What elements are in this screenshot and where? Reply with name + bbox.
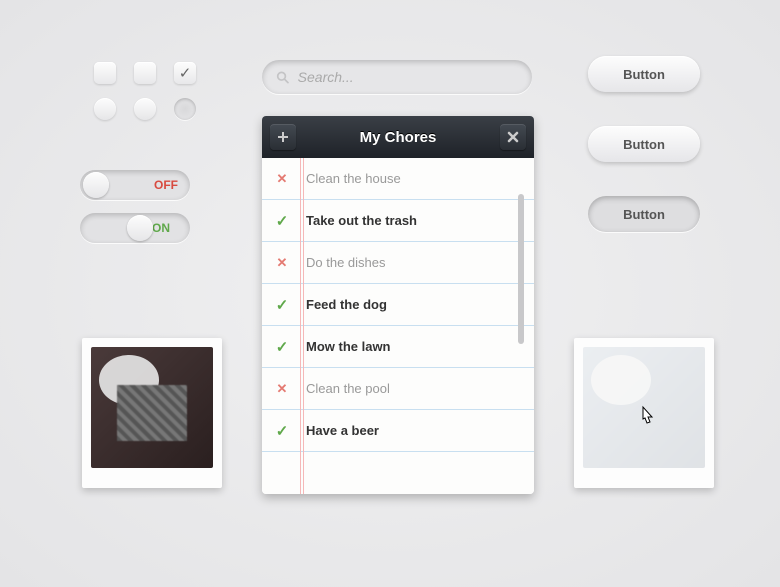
photo-frame-1[interactable] — [82, 338, 222, 488]
toggle-off[interactable]: OFF — [80, 170, 190, 200]
check-icon: ✓ — [276, 338, 288, 356]
check-icon: ✓ — [276, 296, 288, 314]
chore-text: Do the dishes — [306, 255, 386, 270]
toggle-on[interactable]: ON — [80, 213, 190, 243]
paper-margin-line — [300, 158, 301, 494]
add-chore-button[interactable] — [270, 124, 296, 150]
plus-icon — [277, 131, 289, 143]
radio-option-2[interactable] — [134, 98, 156, 120]
paper-margin-line — [303, 158, 304, 494]
chore-text: Take out the trash — [306, 213, 417, 228]
x-icon: ✕ — [276, 381, 288, 397]
button-label: Button — [623, 137, 665, 152]
close-chores-button[interactable] — [500, 124, 526, 150]
checkbox-checked[interactable]: ✓ — [174, 62, 196, 84]
search-field[interactable] — [262, 60, 532, 94]
photo-thumbnail — [583, 347, 705, 468]
chores-header: My Chores — [262, 116, 534, 158]
chore-text: Have a beer — [306, 423, 379, 438]
checkbox-empty-1[interactable] — [94, 62, 116, 84]
close-icon — [507, 131, 519, 143]
chores-title: My Chores — [360, 129, 437, 146]
check-icon: ✓ — [276, 422, 288, 440]
search-input[interactable] — [298, 69, 518, 85]
chore-text: Feed the dog — [306, 297, 387, 312]
button-label: Button — [623, 67, 665, 82]
button-label: Button — [623, 207, 665, 222]
toggle-off-label: OFF — [154, 178, 178, 192]
chore-text: Clean the house — [306, 171, 401, 186]
x-icon: ✕ — [276, 255, 288, 271]
button-3-pressed[interactable]: Button — [588, 196, 700, 232]
scrollbar[interactable] — [518, 194, 524, 344]
chores-panel: My Chores ✕ Clean the house ✓ Take out the … — [262, 116, 534, 494]
x-icon: ✕ — [276, 171, 288, 187]
check-icon: ✓ — [276, 212, 288, 230]
checkbox-empty-2[interactable] — [134, 62, 156, 84]
toggle-on-label: ON — [152, 221, 170, 235]
button-2[interactable]: Button — [588, 126, 700, 162]
search-icon — [276, 70, 290, 85]
photo-thumbnail — [91, 347, 213, 468]
radio-option-1[interactable] — [94, 98, 116, 120]
chores-list: ✕ Clean the house ✓ Take out the trash ✕ Do t… — [262, 158, 534, 494]
radio-option-inset[interactable] — [174, 98, 196, 120]
toggle-knob — [83, 172, 109, 198]
chore-text: Mow the lawn — [306, 339, 391, 354]
chore-text: Clean the pool — [306, 381, 390, 396]
toggle-knob — [127, 215, 153, 241]
button-1[interactable]: Button — [588, 56, 700, 92]
photo-frame-2-hover[interactable] — [574, 338, 714, 488]
